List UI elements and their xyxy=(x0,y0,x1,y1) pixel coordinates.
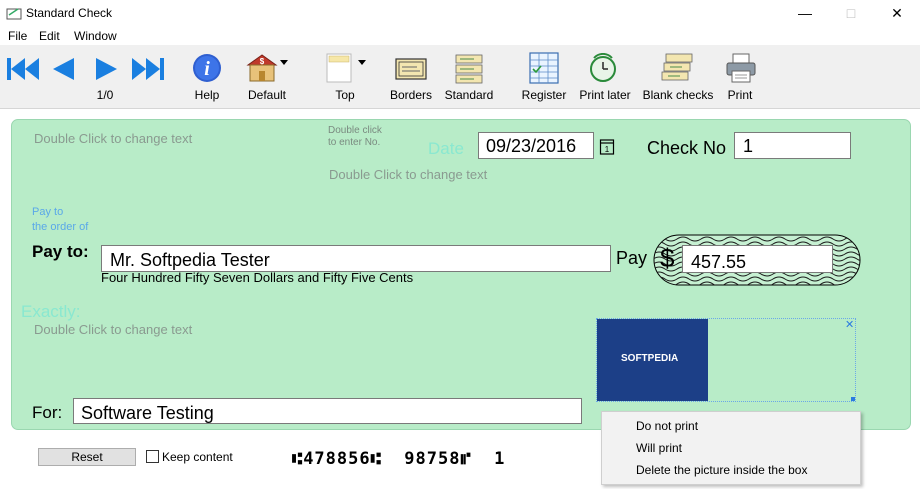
next-record-icon[interactable] xyxy=(94,56,120,82)
default-dropdown-icon[interactable] xyxy=(280,60,288,66)
close-button[interactable]: ✕ xyxy=(874,0,920,26)
svg-text:i: i xyxy=(204,58,210,80)
check-no-label: Check No xyxy=(647,138,727,158)
default-button-label[interactable]: Default xyxy=(240,88,294,102)
date-field[interactable]: 09/23/2016 xyxy=(478,132,594,159)
payee-field[interactable]: Mr. Softpedia Tester xyxy=(101,245,611,272)
bank-icon[interactable]: $ xyxy=(246,53,278,83)
clock-icon[interactable] xyxy=(588,53,618,83)
previous-record-icon[interactable] xyxy=(50,56,76,82)
hint-top-left[interactable]: Double Click to change text xyxy=(34,131,192,146)
borders-icon[interactable] xyxy=(395,58,427,80)
micr-line: ⑆478856⑆ 98758⑈ 1 xyxy=(292,449,506,469)
top-dropdown-icon[interactable] xyxy=(358,60,366,66)
pay-to-label: Pay to: xyxy=(32,242,89,261)
borders-button-label[interactable]: Borders xyxy=(386,88,436,102)
blank-checks-icon[interactable] xyxy=(660,52,694,84)
pay-label: Pay xyxy=(616,248,648,268)
first-record-icon[interactable] xyxy=(6,56,40,82)
help-icon[interactable]: i xyxy=(192,53,222,83)
hint-middle[interactable]: Double Click to change text xyxy=(34,322,192,337)
check-no-value: 1 xyxy=(743,136,754,156)
dollar-sign: $ xyxy=(660,243,675,273)
blank-checks-button-label[interactable]: Blank checks xyxy=(640,88,716,102)
ctx-do-not-print[interactable]: Do not print xyxy=(636,419,698,433)
record-counter: 1/0 xyxy=(96,88,114,102)
svg-text:$: $ xyxy=(260,57,265,66)
keep-content-label[interactable]: Keep content xyxy=(162,450,233,464)
logo-text: SOFTPEDIA xyxy=(621,353,679,364)
hint-under-date[interactable]: Double Click to change text xyxy=(329,167,487,182)
window-title: Standard Check xyxy=(26,6,113,20)
ctx-will-print[interactable]: Will print xyxy=(636,441,682,455)
print-button-label[interactable]: Print xyxy=(720,88,760,102)
menu-bar xyxy=(0,26,920,45)
last-record-icon[interactable] xyxy=(131,56,165,82)
memo-field[interactable]: Software Testing xyxy=(73,398,582,424)
date-label[interactable]: Date xyxy=(428,139,464,159)
ctx-delete-picture[interactable]: Delete the picture inside the box xyxy=(636,463,807,477)
menu-edit[interactable]: Edit xyxy=(39,29,60,43)
standard-checks-icon[interactable] xyxy=(454,53,484,85)
app-icon xyxy=(6,8,22,20)
calendar-icon[interactable]: 1 xyxy=(599,137,615,155)
reset-button[interactable]: Reset xyxy=(38,448,136,466)
amount-value: 457.55 xyxy=(691,252,747,272)
check-no-field[interactable]: 1 xyxy=(734,132,851,159)
standard-button-label[interactable]: Standard xyxy=(440,88,498,102)
maximize-button[interactable]: □ xyxy=(828,0,874,26)
amount-in-words: Four Hundred Fifty Seven Dollars and Fif… xyxy=(101,270,414,285)
date-value: 09/23/2016 xyxy=(486,136,577,156)
printer-icon[interactable] xyxy=(725,52,757,84)
memo-value: Software Testing xyxy=(81,403,214,423)
amount-field[interactable]: 457.55 xyxy=(682,245,833,273)
resize-handle[interactable] xyxy=(851,397,855,401)
pay-to-order-hint[interactable]: Pay to the order of xyxy=(32,205,88,235)
register-button-label[interactable]: Register xyxy=(518,88,570,102)
top-button-label[interactable]: Top xyxy=(328,88,362,102)
menu-window[interactable]: Window xyxy=(74,29,117,43)
company-logo: SOFTPEDIA xyxy=(597,319,708,401)
help-button-label[interactable]: Help xyxy=(186,88,228,102)
payee-value: Mr. Softpedia Tester xyxy=(110,250,270,270)
hint-enter-number[interactable]: Double click to enter No. xyxy=(328,125,382,149)
menu-file[interactable]: File xyxy=(8,29,27,43)
print-later-button-label[interactable]: Print later xyxy=(575,88,635,102)
picture-close-icon[interactable]: ✕ xyxy=(845,318,854,331)
minimize-button[interactable]: — xyxy=(782,0,828,26)
svg-text:1: 1 xyxy=(605,145,610,154)
exactly-label[interactable]: Exactly: xyxy=(21,302,81,322)
keep-content-checkbox[interactable] xyxy=(146,450,159,463)
top-layout-icon[interactable] xyxy=(326,53,352,83)
for-label: For: xyxy=(32,403,63,422)
register-icon[interactable] xyxy=(529,52,559,84)
